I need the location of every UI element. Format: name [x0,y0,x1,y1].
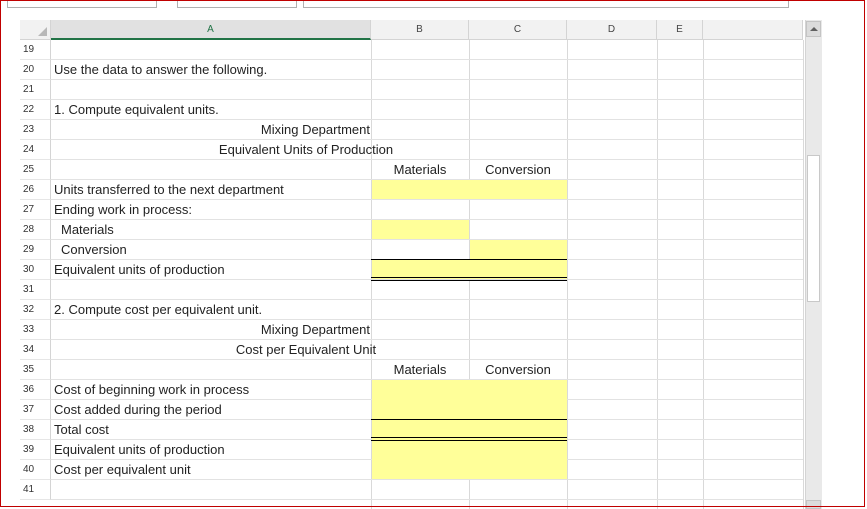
name-box[interactable] [7,0,157,8]
row-header-40[interactable]: 40 [20,460,51,480]
row-header-37[interactable]: 37 [20,400,51,420]
row-header-33[interactable]: 33 [20,320,51,340]
row-header-26[interactable]: 26 [20,180,51,200]
formula-bar-area [1,0,865,16]
select-all-corner[interactable] [20,20,51,40]
cell-c35[interactable]: Conversion [469,360,567,380]
cell-b35[interactable]: Materials [371,360,469,380]
cell-a22[interactable]: 1. Compute equivalent units. [54,100,219,120]
formula-input[interactable] [303,0,789,8]
double-underline-row30-b [371,280,567,281]
cell-a28[interactable]: Materials [61,220,114,240]
cell-a37[interactable]: Cost added during the period [54,400,222,420]
cell-a26[interactable]: Units transferred to the next department [54,180,284,200]
row-header-21[interactable]: 21 [20,80,51,100]
scroll-down-button[interactable] [806,500,821,509]
row-header-25[interactable]: 25 [20,160,51,180]
row-header-39[interactable]: 39 [20,440,51,460]
cell-c25[interactable]: Conversion [469,160,567,180]
cell-a40[interactable]: Cost per equivalent unit [54,460,191,480]
row-header-31[interactable]: 31 [20,280,51,300]
row-header-28[interactable]: 28 [20,220,51,240]
column-header-b[interactable]: B [371,20,469,40]
underline-row37 [371,419,567,420]
scroll-up-button[interactable] [806,21,821,37]
cell-a23[interactable]: Mixing Department [51,120,370,140]
column-header-c[interactable]: C [469,20,567,40]
formula-toolbar-box[interactable] [177,0,297,8]
cell-a29[interactable]: Conversion [61,240,127,260]
input-cell-b28[interactable] [372,220,469,239]
row-gridline [51,499,803,500]
input-cell-b26-c26[interactable] [372,180,567,199]
scrollbar-thumb[interactable] [807,155,820,302]
row-header-36[interactable]: 36 [20,380,51,400]
column-header-blank[interactable] [703,20,803,40]
row-header-32[interactable]: 32 [20,300,51,320]
underline-row29 [371,259,567,260]
select-all-icon [38,27,47,36]
double-underline-row38-b [371,440,567,441]
double-underline-row30-a [371,277,567,278]
row-header-29[interactable]: 29 [20,240,51,260]
chevron-up-icon [810,27,818,31]
double-underline-row38-a [371,437,567,438]
cell-a30[interactable]: Equivalent units of production [54,260,225,280]
cell-a24[interactable]: Equivalent Units of Production [130,140,482,160]
cell-a32[interactable]: 2. Compute cost per equivalent unit. [54,300,262,320]
cell-a36[interactable]: Cost of beginning work in process [54,380,249,400]
cell-a27[interactable]: Ending work in process: [54,200,192,220]
cell-a39[interactable]: Equivalent units of production [54,440,225,460]
row-header-30[interactable]: 30 [20,260,51,280]
input-cell-c29[interactable] [470,240,567,259]
row-header-34[interactable]: 34 [20,340,51,360]
row-header-19[interactable]: 19 [20,40,51,60]
cell-b25[interactable]: Materials [371,160,469,180]
row-header-27[interactable]: 27 [20,200,51,220]
cell-a34[interactable]: Cost per Equivalent Unit [130,340,482,360]
row-header-35[interactable]: 35 [20,360,51,380]
row-header-22[interactable]: 22 [20,100,51,120]
row-header-24[interactable]: 24 [20,140,51,160]
row-header-20[interactable]: 20 [20,60,51,80]
column-header-d[interactable]: D [567,20,657,40]
input-cells-b36-c40[interactable] [372,380,567,479]
cell-a20[interactable]: Use the data to answer the following. [54,60,267,80]
column-header-e[interactable]: E [657,20,703,40]
row-header-38[interactable]: 38 [20,420,51,440]
cell-a33[interactable]: Mixing Department [51,320,370,340]
column-header-a[interactable]: A [51,20,371,40]
cell-a38[interactable]: Total cost [54,420,109,440]
row-header-23[interactable]: 23 [20,120,51,140]
row-gridline [51,239,803,240]
row-header-41[interactable]: 41 [20,480,51,500]
